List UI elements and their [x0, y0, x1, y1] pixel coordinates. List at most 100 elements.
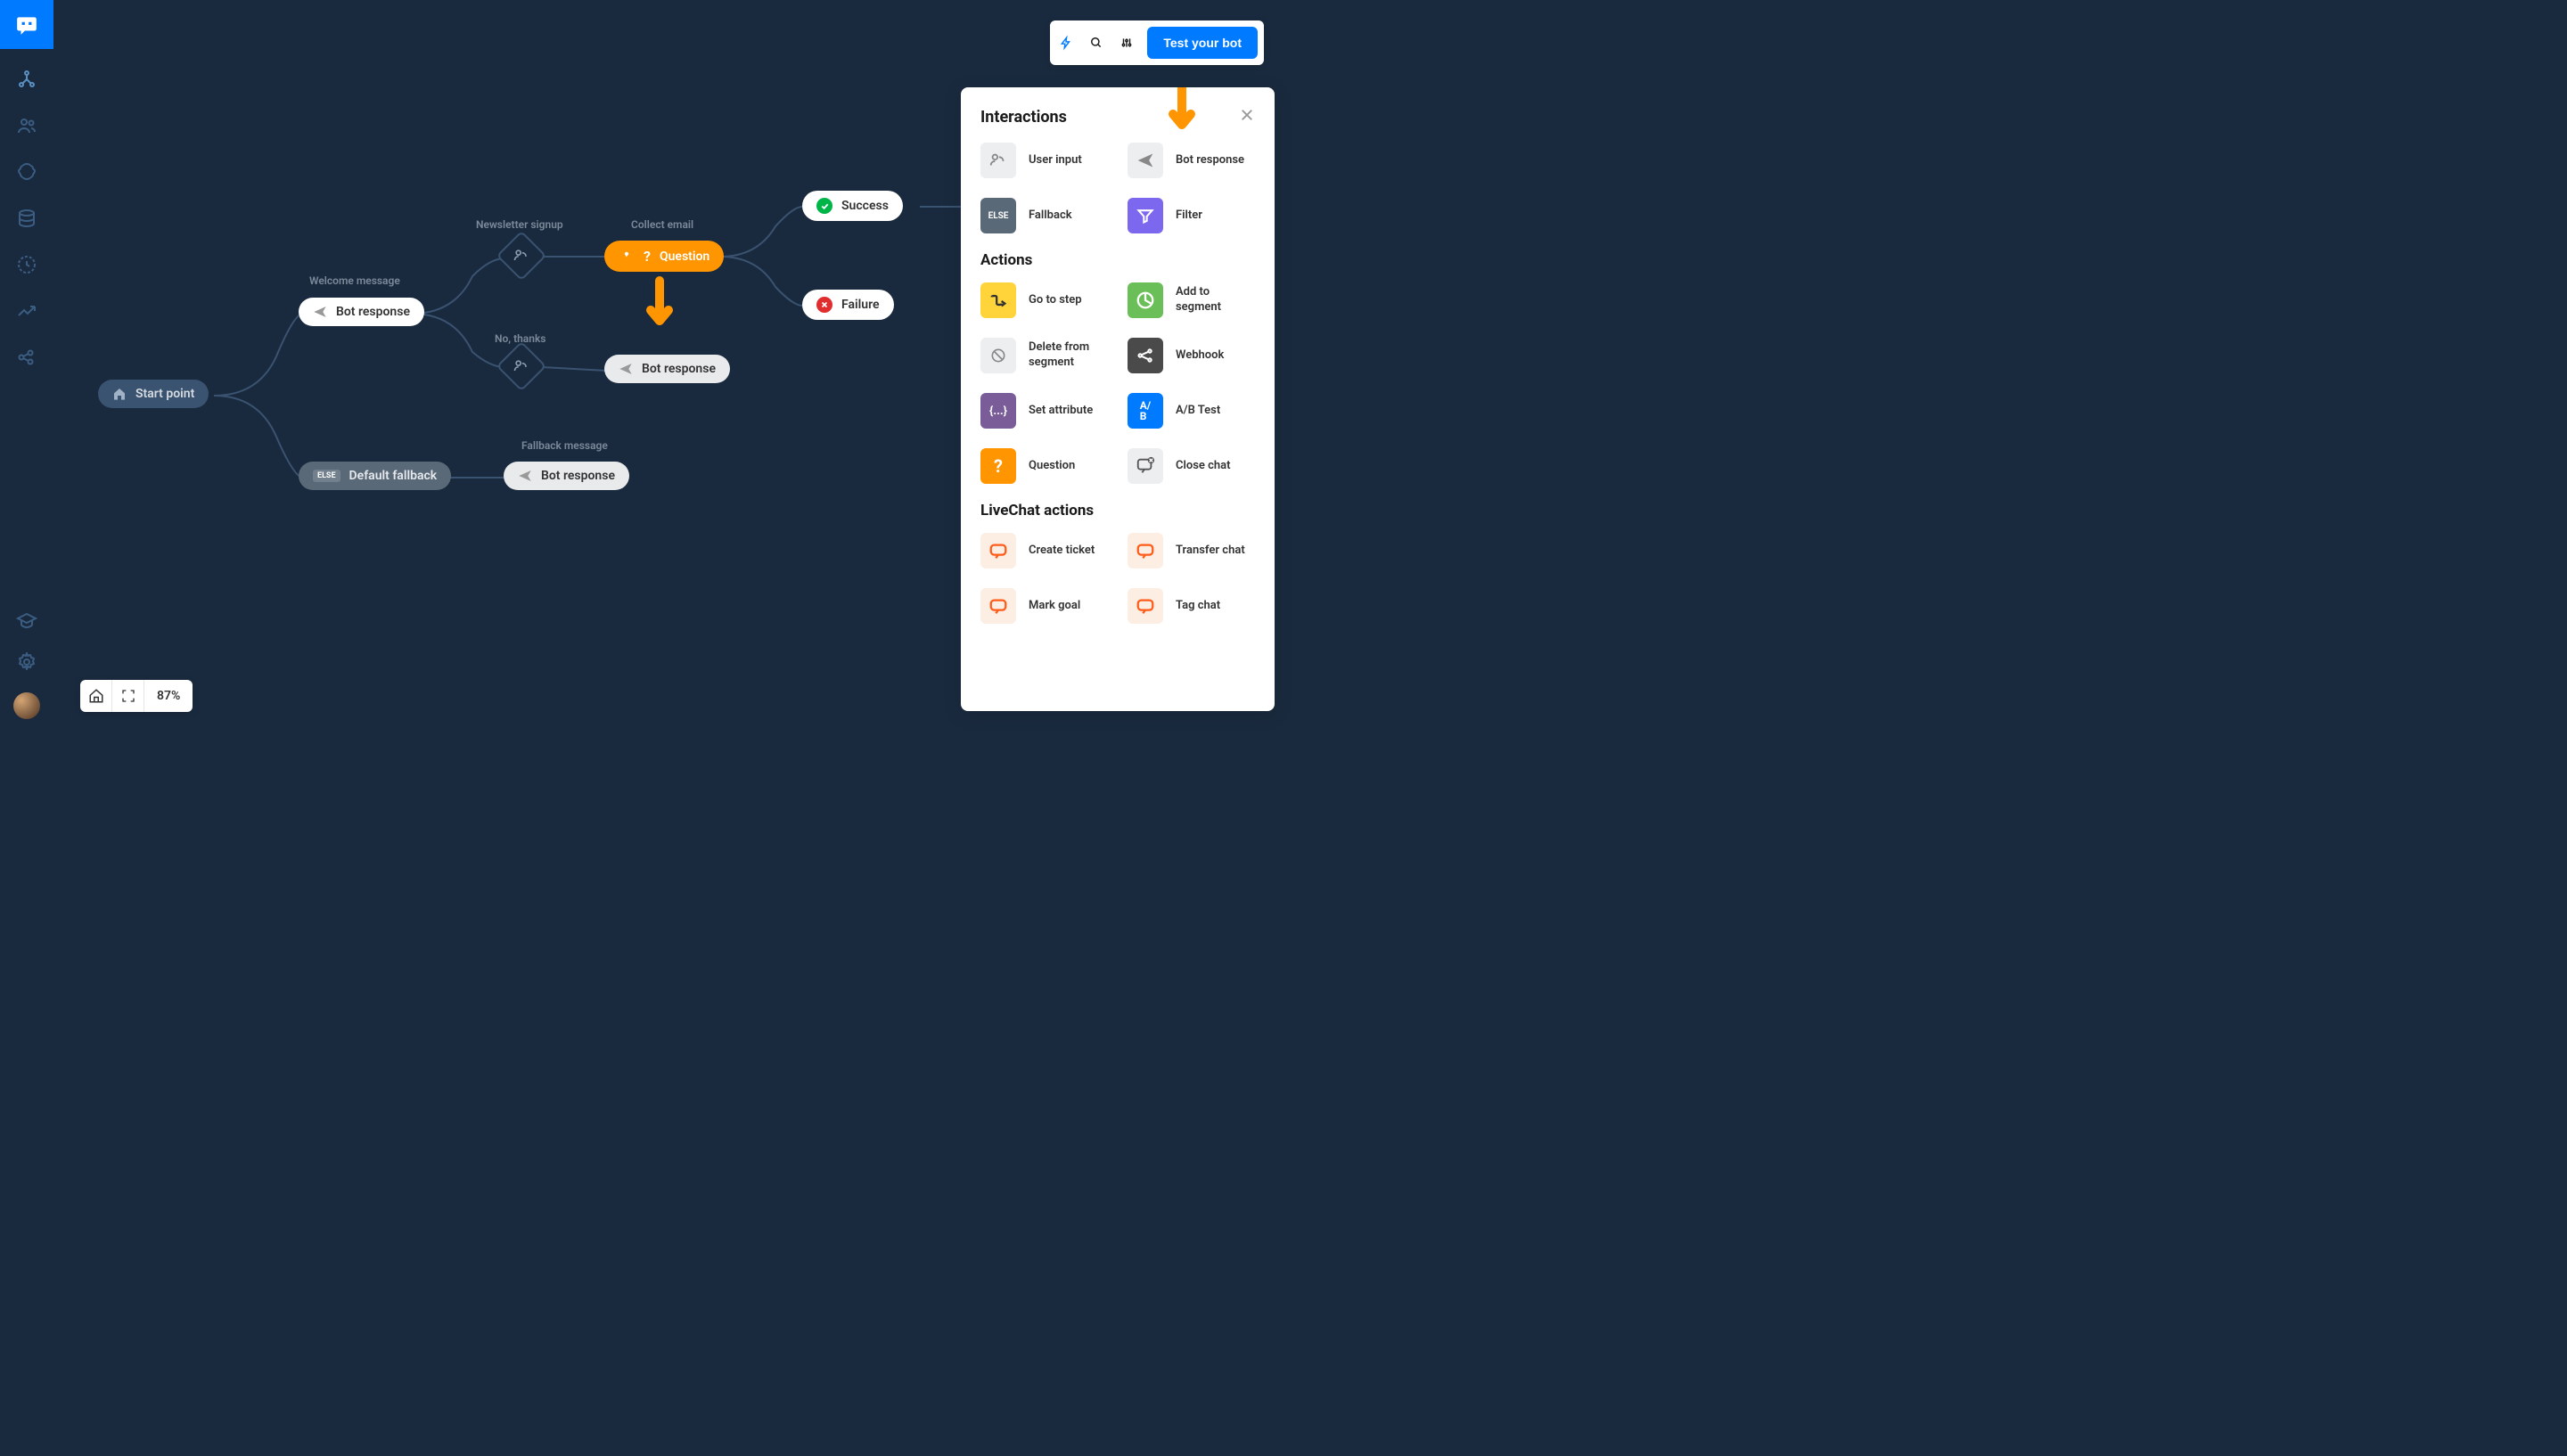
close-chat-icon — [1128, 448, 1163, 484]
filter-label: Filter — [1176, 209, 1202, 224]
database-icon[interactable] — [16, 208, 37, 229]
panel-item-set-attr[interactable]: {...} Set attribute — [980, 393, 1108, 429]
bot-response-node-2[interactable]: Bot response — [604, 355, 730, 383]
transfer-chat-label: Transfer chat — [1176, 544, 1245, 559]
app-logo[interactable] — [0, 0, 53, 49]
panel-item-abtest[interactable]: A/B A/B Test — [1128, 393, 1255, 429]
panel-item-goto[interactable]: Go to step — [980, 282, 1108, 318]
success-node[interactable]: Success — [802, 191, 903, 221]
users-icon[interactable] — [16, 115, 37, 136]
settings-sliders-icon[interactable] — [1117, 33, 1136, 53]
annotation-arrow-2 — [1164, 87, 1200, 146]
set-attr-icon: {...} — [980, 393, 1016, 429]
start-point-label: Start point — [135, 387, 194, 401]
education-icon[interactable] — [16, 610, 37, 632]
chatbot-logo-icon — [15, 13, 38, 37]
fallback-label: Fallback — [1029, 209, 1072, 224]
start-point-node[interactable]: Start point — [98, 380, 209, 408]
abtest-label: A/B Test — [1176, 404, 1220, 419]
add-segment-icon — [1128, 282, 1163, 318]
user-input-icon — [980, 143, 1016, 178]
create-ticket-icon — [980, 533, 1016, 568]
canvas-topbar: Test your bot — [1050, 20, 1264, 65]
add-segment-label: Add to segment — [1176, 285, 1255, 315]
panel-close-button[interactable] — [1239, 107, 1255, 127]
panel-item-filter[interactable]: Filter — [1128, 198, 1255, 233]
tag-chat-icon — [1128, 588, 1163, 624]
user-input-label: User input — [1029, 153, 1082, 168]
create-ticket-label: Create ticket — [1029, 544, 1095, 559]
success-dot-icon — [816, 198, 832, 214]
panel-item-delete-segment[interactable]: Delete from segment — [980, 338, 1108, 373]
panel-item-add-segment[interactable]: Add to segment — [1128, 282, 1255, 318]
actions-section-title: Actions — [980, 251, 1255, 269]
integration-icon[interactable] — [16, 347, 37, 368]
user-input-icon — [513, 357, 530, 375]
panel-item-user-input[interactable]: User input — [980, 143, 1108, 178]
question-icon — [619, 249, 635, 265]
panel-item-close-chat[interactable]: Close chat — [1128, 448, 1255, 484]
failure-dot-icon — [816, 297, 832, 313]
webhook-icon — [1128, 338, 1163, 373]
fallback-icon: ELSE — [980, 198, 1016, 233]
send-icon — [619, 362, 633, 376]
trending-icon[interactable] — [16, 300, 37, 322]
panel-item-tag-chat[interactable]: Tag chat — [1128, 588, 1255, 624]
collect-email-label: Collect email — [631, 218, 693, 231]
else-badge: ELSE — [313, 470, 340, 482]
zoom-value: 87% — [144, 689, 193, 703]
search-icon[interactable] — [1087, 33, 1106, 53]
bolt-icon[interactable] — [1056, 33, 1076, 53]
user-avatar[interactable] — [13, 692, 40, 719]
close-icon — [1239, 107, 1255, 123]
zoom-home-button[interactable] — [80, 680, 112, 712]
bot-response-1-label: Bot response — [336, 305, 410, 319]
failure-label: Failure — [841, 298, 880, 312]
mark-goal-icon — [980, 588, 1016, 624]
panel-item-transfer-chat[interactable]: Transfer chat — [1128, 533, 1255, 568]
main-sidebar — [0, 0, 53, 728]
zoom-controls: 87% — [80, 680, 193, 712]
interactions-panel: Interactions User input Bot response ELS… — [961, 87, 1275, 711]
send-icon — [518, 469, 532, 483]
flow-icon[interactable] — [16, 69, 37, 90]
livechat-section-title: LiveChat actions — [980, 502, 1255, 519]
mark-goal-label: Mark goal — [1029, 599, 1080, 614]
settings-icon[interactable] — [16, 651, 37, 673]
bot-response-node-3[interactable]: Bot response — [504, 462, 629, 490]
close-chat-label: Close chat — [1176, 459, 1231, 474]
panel-item-mark-goal[interactable]: Mark goal — [980, 588, 1108, 624]
send-icon — [313, 305, 327, 319]
panel-item-question[interactable]: ? Question — [980, 448, 1108, 484]
flow-canvas[interactable]: Start point Welcome message Bot response… — [53, 0, 1284, 728]
bot-response-icon — [1128, 143, 1163, 178]
zoom-fullscreen-button[interactable] — [112, 680, 144, 712]
clock-icon[interactable] — [16, 254, 37, 275]
newsletter-label: Newsletter signup — [476, 218, 563, 231]
decision-node-1[interactable] — [496, 231, 547, 282]
goto-label: Go to step — [1029, 293, 1082, 308]
question-label: Question — [660, 249, 709, 264]
panel-item-create-ticket[interactable]: Create ticket — [980, 533, 1108, 568]
default-fallback-label: Default fallback — [349, 469, 438, 483]
bot-response-3-label: Bot response — [541, 469, 615, 483]
question-icon: ? — [980, 448, 1016, 484]
filter-icon — [1128, 198, 1163, 233]
panel-item-bot-response[interactable]: Bot response — [1128, 143, 1255, 178]
failure-node[interactable]: Failure — [802, 290, 894, 320]
decision-node-2[interactable] — [496, 341, 547, 392]
brain-icon[interactable] — [16, 161, 37, 183]
test-bot-button[interactable]: Test your bot — [1147, 27, 1258, 59]
welcome-message-label: Welcome message — [309, 274, 400, 287]
bot-response-node-1[interactable]: Bot response — [299, 298, 424, 326]
user-input-icon — [513, 247, 530, 265]
question-label: Question — [1029, 459, 1075, 474]
panel-title: Interactions — [980, 108, 1067, 127]
panel-item-fallback[interactable]: ELSE Fallback — [980, 198, 1108, 233]
tag-chat-label: Tag chat — [1176, 599, 1220, 614]
panel-item-webhook[interactable]: Webhook — [1128, 338, 1255, 373]
default-fallback-node[interactable]: ELSE Default fallback — [299, 462, 451, 490]
question-node[interactable]: ? Question — [604, 241, 724, 272]
annotation-arrow-1 — [642, 276, 677, 342]
webhook-label: Webhook — [1176, 348, 1224, 364]
